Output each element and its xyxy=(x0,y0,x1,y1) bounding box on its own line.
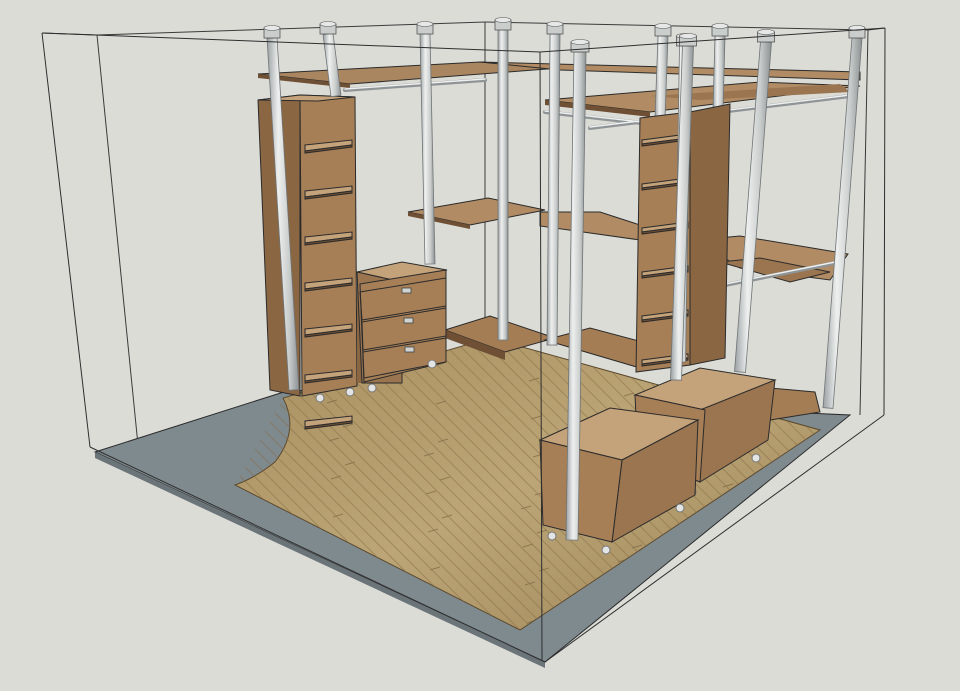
3d-model-viewport xyxy=(0,0,960,691)
drawer-handle-icon xyxy=(403,317,414,324)
back-shelves xyxy=(407,197,849,283)
support-pole xyxy=(322,32,342,98)
support-pole xyxy=(822,37,863,409)
left-tall-bookcase xyxy=(257,94,358,430)
drawer-handle-icon xyxy=(401,287,412,294)
support-pole xyxy=(546,33,561,346)
closet-scene xyxy=(41,17,886,668)
support-pole xyxy=(497,29,509,341)
drawer-handle-icon xyxy=(404,346,415,353)
support-pole xyxy=(712,35,726,111)
